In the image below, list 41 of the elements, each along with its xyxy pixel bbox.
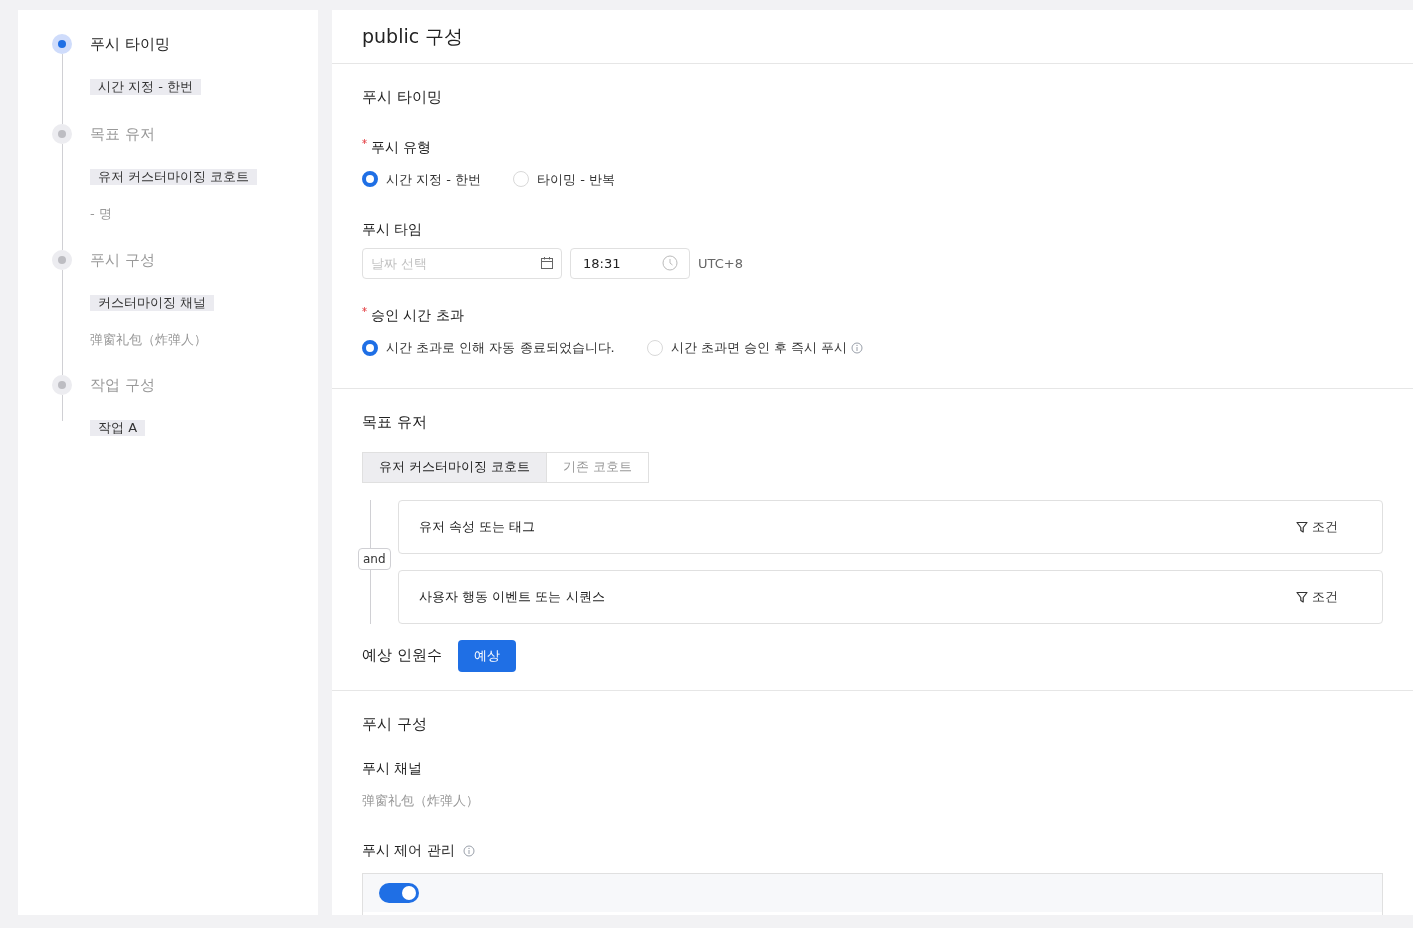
- radio-option[interactable]: 시간 초과면 승인 후 즉시 푸시: [646, 338, 848, 358]
- toggle-switch[interactable]: [379, 883, 419, 903]
- radio-option[interactable]: 시간 지정 - 한번: [362, 169, 482, 189]
- condition-button[interactable]: 조건: [1296, 586, 1338, 607]
- field-label: 푸시 채널: [362, 758, 423, 778]
- calendar-icon: [540, 256, 554, 270]
- step-tag: 시간 지정 - 한번: [90, 79, 202, 95]
- step-title: 작업 구성: [90, 375, 155, 395]
- step-title: 푸시 타이밍: [90, 34, 171, 54]
- step-note: - 명: [90, 205, 113, 223]
- estimate-label: 예상 인원수: [362, 645, 442, 667]
- section-title: 푸시 구성: [362, 714, 428, 735]
- clock-icon: [662, 255, 678, 271]
- condition-button[interactable]: 조건: [1296, 516, 1338, 537]
- field-label: 승인 시간 초과: [371, 306, 464, 325]
- and-label: and: [358, 547, 391, 570]
- step-title: 목표 유저: [90, 124, 156, 144]
- step-title: 푸시 구성: [90, 249, 156, 270]
- radio-option[interactable]: 타이밍 - 반복: [513, 169, 616, 189]
- page-title: public 구성: [332, 10, 1413, 64]
- field-label: 푸시 유형: [371, 137, 432, 157]
- date-field[interactable]: 날짜 선택: [362, 248, 562, 279]
- step-note: 弹窗礼包（炸弹人）: [90, 330, 208, 349]
- info-icon: [462, 844, 475, 857]
- time-field[interactable]: 18:31: [570, 248, 690, 279]
- section-title: 푸시 타이밍: [362, 87, 443, 108]
- condition-label: 사용자 행동 이벤트 또는 시퀀스: [419, 587, 605, 606]
- radio-option[interactable]: 시간 초과로 인해 자동 종료되었습니다.: [362, 338, 615, 358]
- condition-label: 유저 속성 또는 태그: [419, 517, 536, 536]
- cohort-tab[interactable]: 유저 커스터마이징 코호트: [362, 451, 548, 483]
- field-label: 푸시 제어 관리: [362, 841, 455, 860]
- timezone-text: UTC+8: [698, 254, 743, 273]
- field-label: 푸시 타임: [362, 220, 423, 239]
- filter-icon: [1296, 590, 1308, 603]
- filter-icon: [1296, 520, 1308, 533]
- step-tag: 유저 커스터마이징 코호트: [90, 169, 258, 185]
- step-tag: 작업 A: [90, 420, 146, 436]
- section-title: 목표 유저: [362, 412, 428, 433]
- step-tag: 커스터마이징 채널: [90, 294, 215, 311]
- estimate-button[interactable]: 예상: [457, 639, 516, 672]
- channel-value: 弹窗礼包（炸弹人）: [362, 791, 480, 810]
